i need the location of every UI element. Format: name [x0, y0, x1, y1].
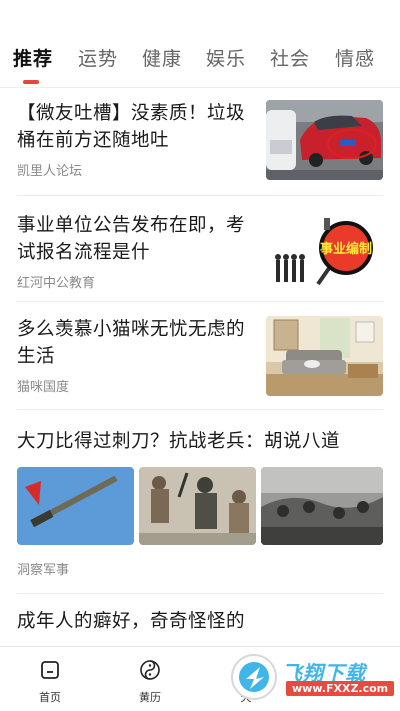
divider — [17, 301, 383, 302]
job-exam-badge: 事业编制 — [266, 212, 383, 292]
nav-almanac-label: 黄历 — [139, 691, 161, 704]
watermark-logo-icon — [231, 654, 277, 700]
tab-recommend[interactable]: 推荐 — [13, 44, 53, 71]
feed-item-title[interactable]: 事业单位公告发布在即，考试报名流程是什 — [17, 212, 253, 266]
feed-item-image[interactable] — [139, 467, 256, 545]
feed-item[interactable]: 大刀比得过刺刀？抗战老兵：胡说八道 洞察军事 — [17, 428, 383, 578]
tab-entertainment[interactable]: 娱乐 — [206, 44, 246, 71]
home-icon — [41, 661, 59, 679]
news-feed[interactable]: 【微友吐槽】没素质！垃圾桶在前方还随地吐 凯里人论坛 事业单位公告发布在即，考试… — [0, 88, 400, 646]
feed-item-title[interactable]: 大刀比得过刺刀？抗战老兵：胡说八道 — [17, 428, 383, 455]
category-tab-bar: 推荐 运势 健康 娱乐 社会 情感 — [0, 0, 400, 88]
tab-health[interactable]: 健康 — [142, 44, 182, 71]
badge-text: 事业编制 — [320, 241, 372, 257]
watermark-url: www.FXXZ.com — [286, 681, 395, 696]
nav-home[interactable]: 首页 — [20, 659, 80, 705]
feed-item-thumbnail[interactable] — [266, 316, 383, 396]
tab-society[interactable]: 社会 — [270, 44, 310, 71]
divider — [17, 195, 383, 196]
yinyang-icon — [140, 660, 160, 680]
divider — [17, 409, 383, 410]
living-room-photo — [266, 316, 383, 396]
active-tab-indicator — [23, 80, 39, 84]
divider — [17, 593, 383, 594]
feed-item-image[interactable] — [261, 467, 383, 545]
bottom-nav: 首页 黄历 天 飞翔下载 www.FXXZ.com — [0, 646, 400, 711]
feed-item-image[interactable] — [17, 467, 134, 545]
site-watermark: 飞翔下载 www.FXXZ.com — [230, 653, 395, 701]
tab-emotion[interactable]: 情感 — [335, 44, 375, 71]
nav-almanac[interactable]: 黄历 — [120, 659, 180, 705]
feed-item[interactable]: 【微友吐槽】没素质！垃圾桶在前方还随地吐 凯里人论坛 — [17, 100, 383, 190]
feed-item[interactable]: 多么羡慕小猫咪无忧无虑的生活 猫咪国度 — [17, 316, 383, 406]
feed-item[interactable]: 成年人的癖好，奇奇怪怪的 — [17, 608, 383, 646]
tab-fortune[interactable]: 运势 — [78, 44, 118, 71]
war-scene-photo — [261, 467, 383, 545]
feed-item-source: 洞察军事 — [17, 563, 70, 578]
feed-item-title[interactable]: 【微友吐槽】没素质！垃圾桶在前方还随地吐 — [17, 100, 253, 154]
feed-item[interactable]: 事业单位公告发布在即，考试报名流程是什 红河中公教育 事业编制 — [17, 212, 383, 302]
sword-photo — [17, 467, 134, 545]
soldiers-fighting-photo — [139, 467, 256, 545]
image-strip[interactable] — [17, 467, 383, 545]
feed-item-thumbnail[interactable] — [266, 100, 383, 180]
red-car-photo — [266, 100, 383, 180]
feed-item-thumbnail[interactable]: 事业编制 — [266, 212, 383, 292]
feed-item-title[interactable]: 多么羡慕小猫咪无忧无虑的生活 — [17, 316, 253, 370]
feed-item-title[interactable]: 成年人的癖好，奇奇怪怪的 — [17, 608, 383, 635]
nav-home-label: 首页 — [39, 691, 61, 704]
